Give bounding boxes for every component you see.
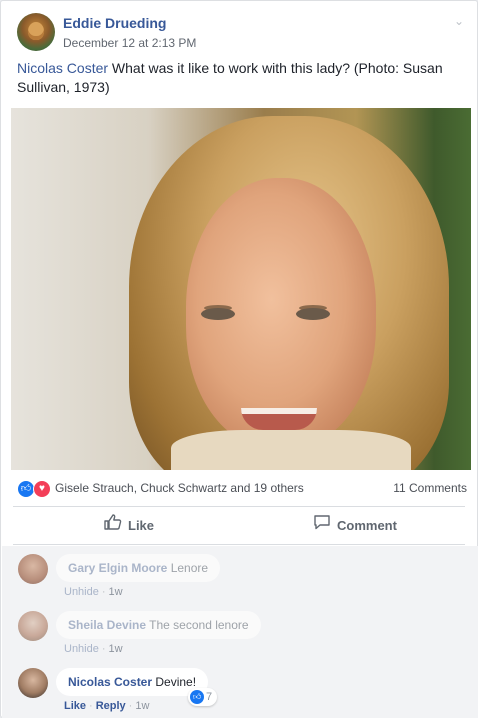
comment-bubble: Sheila Devine The second lenore	[56, 611, 261, 639]
comment-label: Comment	[337, 518, 397, 533]
photo-eye-right	[296, 308, 330, 320]
post-timestamp[interactable]: December 12 at 2:13 PM	[63, 36, 196, 50]
commenter-name[interactable]: Nicolas Coster	[68, 675, 152, 689]
unhide-link[interactable]: Unhide	[64, 643, 99, 655]
post-card: Eddie Drueding December 12 at 2:13 PM ⌄ …	[0, 0, 478, 718]
mention-link[interactable]: Nicolas Coster	[17, 60, 108, 76]
divider	[13, 544, 465, 545]
comment-time[interactable]: 1w	[109, 643, 123, 655]
reactors-summary[interactable]: Gisele Strauch, Chuck Schwartz and 19 ot…	[55, 481, 304, 495]
divider	[13, 506, 465, 507]
commenter-avatar[interactable]	[18, 611, 48, 641]
reply-link[interactable]: Reply	[96, 700, 126, 712]
speech-bubble-icon	[313, 514, 331, 535]
separator: ·	[89, 700, 93, 712]
post-header: Eddie Drueding December 12 at 2:13 PM ⌄	[17, 13, 467, 53]
like-button[interactable]: Like	[104, 514, 154, 536]
photo-eye-left	[201, 308, 235, 320]
reaction-count: 7	[206, 691, 213, 703]
comment-meta: Like · Reply · 1w	[64, 700, 149, 712]
comment-reaction-badge[interactable]: 👍︎ 7	[188, 688, 218, 706]
photo-sweater	[171, 430, 411, 470]
comment-count[interactable]: 11 Comments	[393, 481, 467, 495]
separator: ·	[128, 700, 133, 712]
commenter-avatar[interactable]	[18, 554, 48, 584]
comment-text: The second lenore	[149, 618, 249, 632]
unhide-link[interactable]: Unhide	[64, 586, 99, 598]
comment-time[interactable]: 1w	[109, 586, 123, 598]
chevron-down-icon[interactable]: ⌄	[451, 13, 467, 29]
like-label: Like	[128, 518, 155, 533]
author-name[interactable]: Eddie Drueding	[63, 15, 166, 31]
reactions-row: 👍︎ ♥ Gisele Strauch, Chuck Schwartz and …	[17, 478, 467, 498]
separator: ·	[101, 586, 106, 598]
love-reaction-icon[interactable]: ♥	[33, 480, 51, 498]
commenter-name[interactable]: Sheila Devine	[68, 618, 146, 632]
comment-like-link[interactable]: Like	[64, 700, 86, 712]
photo-mouth	[241, 408, 317, 430]
comment-time[interactable]: 1w	[135, 700, 149, 712]
comment-bubble: Nicolas Coster Devine!	[56, 668, 209, 696]
comment-text: Lenore	[170, 561, 209, 575]
post-photo[interactable]	[11, 108, 471, 470]
author-avatar[interactable]	[17, 13, 55, 51]
like-reaction-icon: 👍︎	[190, 690, 204, 705]
comment-meta: Unhide · 1w	[64, 586, 123, 598]
separator: ·	[101, 643, 106, 655]
comments-section: Gary Elgin Moore Lenore Unhide · 1w Sheila…	[2, 546, 478, 718]
comment-bubble: Gary Elgin Moore Lenore	[56, 554, 221, 582]
commenter-avatar[interactable]	[18, 668, 48, 698]
comment-text: Devine!	[155, 675, 197, 689]
comment-meta: Unhide · 1w	[64, 643, 123, 655]
comment-button[interactable]: Comment	[313, 514, 397, 536]
commenter-name[interactable]: Gary Elgin Moore	[68, 561, 167, 575]
post-text: Nicolas Coster What was it like to work …	[17, 59, 447, 97]
thumbs-up-icon	[104, 514, 122, 535]
